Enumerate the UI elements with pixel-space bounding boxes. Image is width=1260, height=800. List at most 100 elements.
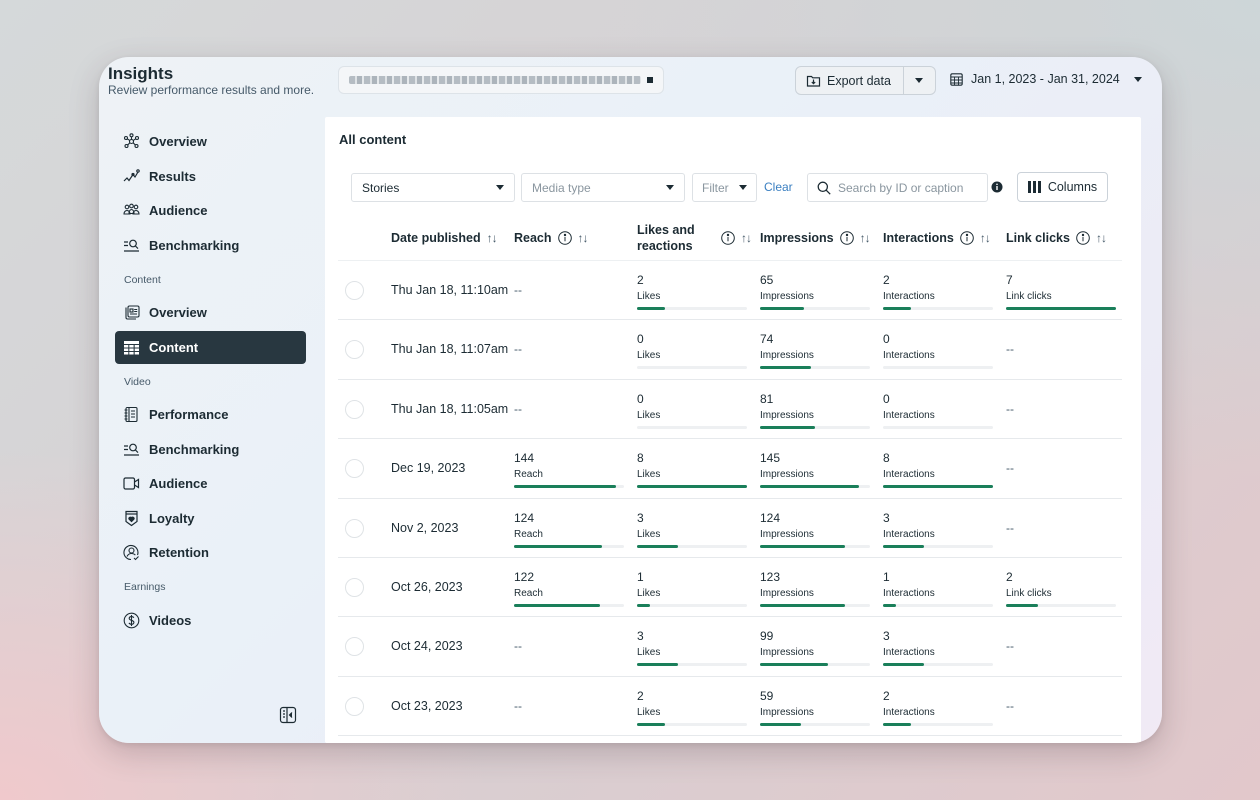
metric-bar-fill <box>514 485 617 489</box>
metric-unit: Likes <box>637 409 661 421</box>
column-header[interactable]: Date published ↑↓ <box>391 215 498 261</box>
reach-cell: 144 Reach <box>514 451 624 489</box>
metric-bar-fill <box>883 307 911 310</box>
column-header[interactable]: Impressions ↑↓ <box>760 215 871 261</box>
metric-value: 124 <box>760 510 781 525</box>
sidebar-item-label: Overview <box>149 305 207 320</box>
column-header-label: Link clicks <box>1006 231 1070 245</box>
section-label-video: Video <box>124 375 151 388</box>
table-row[interactable]: Nov 2, 2023 124 Reach 3 Likes 124 Impressions 3… <box>338 499 1122 558</box>
sidebar-item-label: Overview <box>149 134 207 149</box>
metric-unit: Likes <box>637 647 661 659</box>
sidebar-item-label: Audience <box>149 476 208 491</box>
column-header-label: Impressions <box>760 231 834 245</box>
info-icon[interactable] <box>721 231 735 245</box>
sidebar-item-benchmarking[interactable]: Benchmarking <box>115 229 306 262</box>
sort-icon[interactable]: ↑↓ <box>487 231 498 245</box>
metric-unit: Likes <box>637 587 661 599</box>
export-data-button[interactable]: Export data <box>796 67 904 94</box>
metric-bar-fill <box>883 722 911 726</box>
sidebar-item-video-loyalty[interactable]: Loyalty <box>115 502 306 535</box>
row-select-radio[interactable] <box>345 696 364 716</box>
info-icon[interactable] <box>960 231 974 245</box>
info-icon[interactable] <box>557 231 572 245</box>
sidebar-item-content[interactable]: Content <box>115 330 306 364</box>
export-options-button[interactable] <box>904 67 935 94</box>
row-select-radio[interactable] <box>345 577 364 597</box>
table-row[interactable]: Thu Jan 18, 11:10am -- 2 Likes 65 Impressions… <box>338 261 1122 321</box>
sort-icon[interactable]: ↑↓ <box>1096 231 1107 245</box>
content-overview-icon <box>123 304 140 321</box>
sort-icon[interactable]: ↑↓ <box>860 231 871 245</box>
sidebar-item-video-performance[interactable]: Performance <box>115 398 306 431</box>
column-header[interactable]: Link clicks ↑↓ <box>1006 215 1107 261</box>
table-row[interactable]: Oct 26, 2023 122 Reach 1 Likes 123 Impressions… <box>338 558 1122 618</box>
likes-cell: 8 Likes <box>637 451 747 489</box>
sidebar-item-video-benchmarking[interactable]: Benchmarking <box>115 433 306 466</box>
reach-cell: 124 Reach <box>514 511 624 548</box>
sidebar-item-video-audience[interactable]: Audience <box>115 467 306 500</box>
metric-unit: Impressions <box>760 647 814 659</box>
columns-button[interactable]: Columns <box>1017 172 1108 202</box>
metric-bar-track <box>883 307 993 310</box>
row-select-radio[interactable] <box>345 518 364 538</box>
impressions-cell: 124 Impressions <box>760 511 870 548</box>
metric-value: 3 <box>637 510 644 525</box>
table-row[interactable]: Dec 19, 2023 144 Reach 8 Likes 145 Impressions… <box>338 439 1122 499</box>
date-published-cell: Dec 19, 2023 <box>391 461 466 476</box>
info-icon[interactable] <box>839 231 854 245</box>
media-type-dropdown[interactable]: Media type <box>521 173 685 202</box>
info-icon[interactable] <box>1076 231 1090 245</box>
row-select-radio[interactable] <box>345 340 364 360</box>
table-row[interactable]: Oct 23, 2023 -- 2 Likes 59 Impressions 2 Intera… <box>338 677 1122 737</box>
row-select-radio[interactable] <box>345 459 364 479</box>
row-select-radio[interactable] <box>345 399 364 419</box>
metric-value: 124 <box>514 510 535 525</box>
metric-value: 1 <box>883 569 890 584</box>
metric-unit: Likes <box>637 706 661 718</box>
table-row[interactable]: Thu Jan 18, 11:07am -- 0 Likes 74 Impressions… <box>338 320 1122 380</box>
metric-unit: Likes <box>637 528 661 540</box>
sidebar-item-video-retention[interactable]: Retention <box>115 536 306 569</box>
sort-icon[interactable]: ↑↓ <box>578 231 589 245</box>
account-selector[interactable] <box>338 66 664 94</box>
column-header[interactable]: Interactions ↑↓ <box>883 215 991 261</box>
metric-bar-fill <box>760 307 804 310</box>
search-input[interactable]: Search by ID or caption <box>807 173 988 202</box>
metric-bar-track <box>883 485 993 489</box>
table-row[interactable]: Thu Jan 18, 11:05am -- 0 Likes 81 Impressions… <box>338 380 1122 440</box>
column-header-label: Date published <box>391 231 481 245</box>
columns-icon <box>1027 181 1041 193</box>
clear-filters-link[interactable]: Clear <box>764 180 793 194</box>
metric-value: 2 <box>637 688 644 703</box>
info-filled-icon[interactable] <box>991 181 1003 193</box>
column-header[interactable]: Reach ↑↓ <box>514 215 589 261</box>
link-clicks-empty-cell: -- <box>1006 401 1014 416</box>
metric-value: 1 <box>637 569 644 584</box>
column-header[interactable]: Likes and reactions ↑↓ <box>637 215 752 261</box>
metric-value: 3 <box>637 629 644 644</box>
metric-value: 2 <box>1006 569 1013 584</box>
row-select-radio[interactable] <box>345 637 364 657</box>
sidebar-item-earnings-videos[interactable]: Videos <box>115 604 306 637</box>
metric-bar-track <box>637 663 747 667</box>
sort-icon[interactable]: ↑↓ <box>741 231 752 245</box>
sidebar-item-content-overview[interactable]: Overview <box>115 296 306 329</box>
date-published-cell: Oct 26, 2023 <box>391 579 463 594</box>
sidebar-item-audience[interactable]: Audience <box>115 194 306 227</box>
collapse-sidebar-button[interactable] <box>279 706 297 724</box>
table-row[interactable]: Oct 24, 2023 -- 3 Likes 99 Impressions 3 Intera… <box>338 617 1122 677</box>
filter-dropdown[interactable]: Filter <box>692 173 757 202</box>
sidebar-item-overview[interactable]: Overview <box>115 125 306 158</box>
content-type-dropdown[interactable]: Stories <box>351 173 515 202</box>
row-select-radio[interactable] <box>345 281 364 300</box>
metric-bar-track <box>760 544 870 548</box>
link-clicks-empty-cell: -- <box>1006 342 1014 357</box>
date-range-picker[interactable]: Jan 1, 2023 - Jan 31, 2024 <box>950 72 1142 86</box>
sort-icon[interactable]: ↑↓ <box>980 231 991 245</box>
metric-bar-fill <box>637 663 678 667</box>
metric-bar-track <box>637 366 747 370</box>
metric-value: 8 <box>883 451 890 466</box>
sidebar-item-results[interactable]: Results <box>115 160 306 193</box>
metric-bar-fill <box>883 663 924 667</box>
